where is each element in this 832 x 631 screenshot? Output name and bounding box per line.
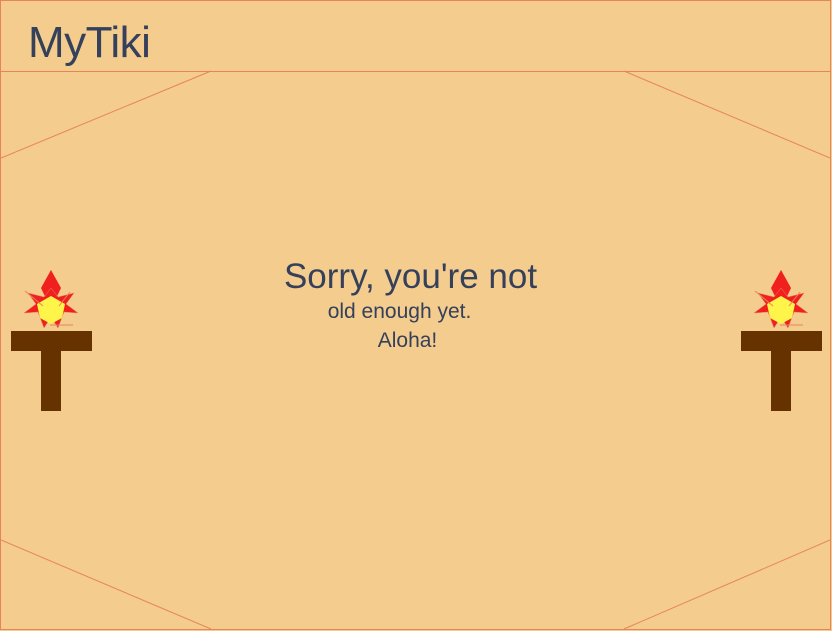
torch-crossbar (741, 331, 822, 351)
corner-line-bottom-left (1, 539, 212, 629)
message-headline: Sorry, you're not (283, 257, 538, 296)
corner-line-top-left (1, 70, 212, 159)
message-farewell: Aloha! (377, 329, 438, 352)
torch-crossbar (11, 331, 92, 351)
header-bar: MyTiki (1, 1, 830, 72)
corner-line-bottom-right (623, 539, 830, 629)
page: MyTiki Sorry, you're not old enough yet.… (0, 0, 831, 630)
torch-post (41, 351, 61, 411)
message-subline: old enough yet. (327, 300, 472, 323)
app-title: MyTiki (28, 18, 151, 67)
age-restriction-message: Sorry, you're not old enough yet. Aloha! (0, 256, 822, 356)
corner-line-top-right (623, 70, 830, 159)
tiki-torch-icon (11, 270, 92, 411)
torch-post (771, 351, 791, 411)
tiki-torch-icon (741, 270, 822, 411)
